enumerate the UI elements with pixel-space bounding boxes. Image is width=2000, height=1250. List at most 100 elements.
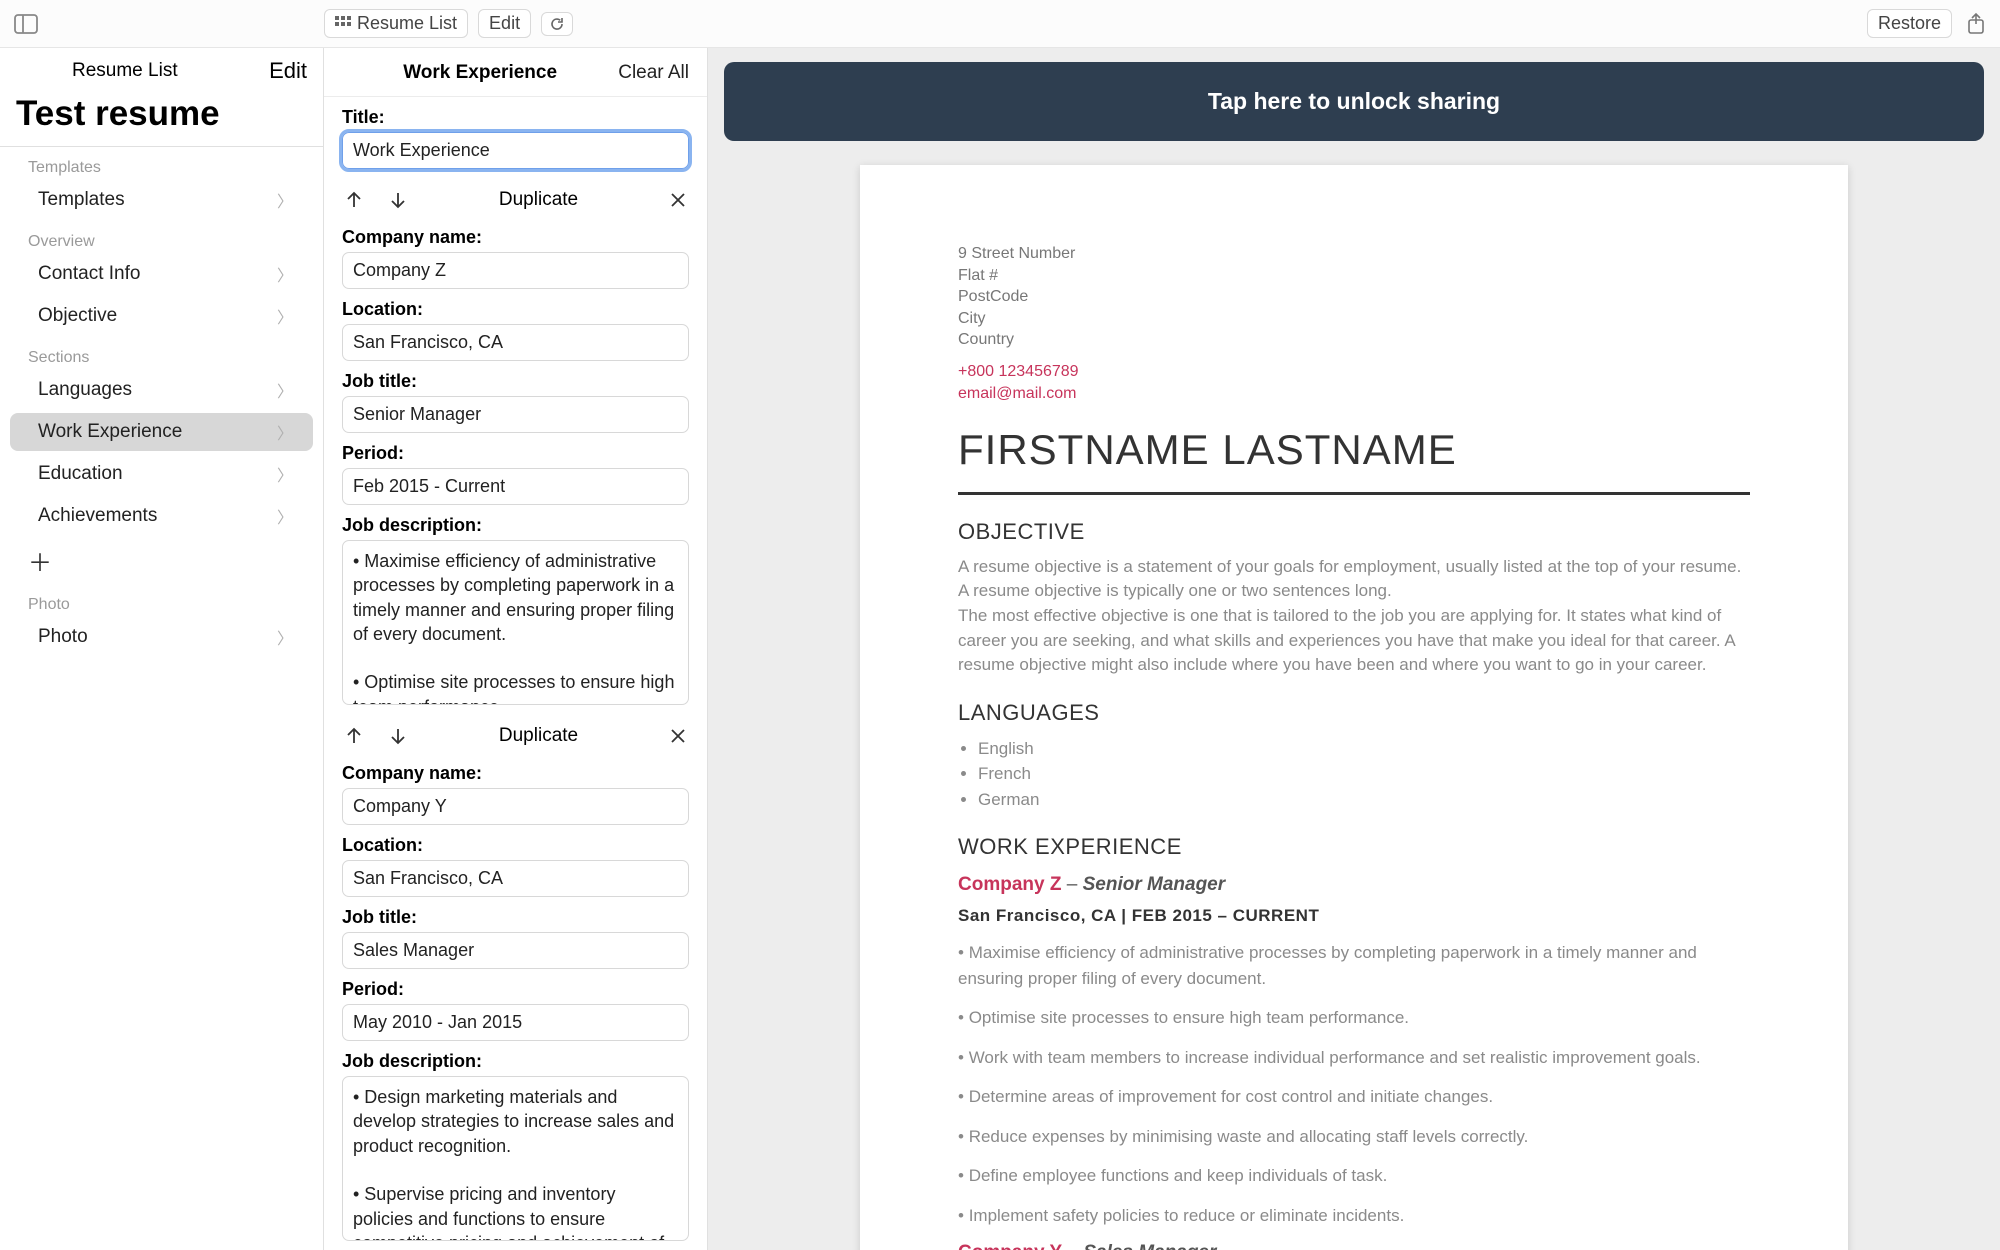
job-bullets: Maximise efficiency of administrative pr… xyxy=(958,940,1750,1228)
sidebar-item-work-experience[interactable]: Work Experience 〉 xyxy=(10,413,313,451)
job-locdate: San Francisco, CA | FEB 2015 – CURRENT xyxy=(958,906,1750,926)
objective-body: A resume objective is a statement of you… xyxy=(958,555,1750,678)
label-company: Company name: xyxy=(324,753,707,788)
label-job-title: Job title: xyxy=(324,361,707,396)
grid-icon xyxy=(335,16,351,32)
editor-panel: Work Experience Clear All Title: Duplica… xyxy=(324,48,708,1250)
chevron-right-icon: 〉 xyxy=(277,378,293,402)
language-item: French xyxy=(978,761,1750,787)
address-line: Flat # xyxy=(958,265,1750,287)
bullet: Work with team members to increase indiv… xyxy=(958,1045,1750,1071)
divider xyxy=(958,492,1750,495)
group-photo: Photo xyxy=(0,584,323,616)
preview-area: Tap here to unlock sharing 9 Street Numb… xyxy=(708,48,2000,1250)
bullet: Implement safety policies to reduce or e… xyxy=(958,1203,1750,1229)
label-job-desc: Job description: xyxy=(324,505,707,540)
editor-title: Work Experience xyxy=(403,62,557,84)
delete-entry-button[interactable] xyxy=(669,727,687,745)
label-job-desc: Job description: xyxy=(324,1041,707,1076)
chevron-right-icon: 〉 xyxy=(277,188,293,212)
address-line: Country xyxy=(958,329,1750,351)
address-line: City xyxy=(958,308,1750,330)
bullet: Define employee functions and keep indiv… xyxy=(958,1163,1750,1189)
sidebar-item-languages[interactable]: Languages 〉 xyxy=(10,371,313,409)
sidebar-edit[interactable]: Edit xyxy=(269,58,307,84)
sidebar-item-education[interactable]: Education 〉 xyxy=(10,455,313,493)
group-templates: Templates xyxy=(0,147,323,179)
job-header: Company Y – Sales Manager xyxy=(958,1242,1750,1250)
label-title: Title: xyxy=(324,97,707,132)
move-down-button[interactable] xyxy=(388,190,408,210)
label-location: Location: xyxy=(324,289,707,324)
bullet: Determine areas of improvement for cost … xyxy=(958,1084,1750,1110)
job-company: Company Y xyxy=(958,1242,1062,1250)
chevron-right-icon: 〉 xyxy=(277,625,293,649)
sidebar-item-objective[interactable]: Objective 〉 xyxy=(10,297,313,335)
address-line: PostCode xyxy=(958,286,1750,308)
job-header: Company Z – Senior Manager xyxy=(958,874,1750,896)
period-input[interactable] xyxy=(342,468,689,505)
section-objective-title: OBJECTIVE xyxy=(958,519,1750,545)
sidebar-item-templates[interactable]: Templates 〉 xyxy=(10,181,313,219)
language-item: English xyxy=(978,736,1750,762)
edit-button[interactable]: Edit xyxy=(478,9,531,38)
languages-list: English French German xyxy=(958,736,1750,813)
resume-title: Test resume xyxy=(0,90,323,147)
job-desc-input[interactable]: • Maximise efficiency of administrative … xyxy=(342,540,689,705)
sidebar-item-achievements[interactable]: Achievements 〉 xyxy=(10,497,313,535)
chevron-right-icon: 〉 xyxy=(277,504,293,528)
move-down-button[interactable] xyxy=(388,726,408,746)
job-company: Company Z xyxy=(958,874,1061,895)
move-up-button[interactable] xyxy=(344,726,364,746)
move-up-button[interactable] xyxy=(344,190,364,210)
section-work-title: WORK EXPERIENCE xyxy=(958,834,1750,860)
resume-list-label: Resume List xyxy=(357,13,457,34)
chevron-right-icon: 〉 xyxy=(277,462,293,486)
job-role: Sales Manager xyxy=(1083,1242,1216,1250)
sidebar-toggle-icon[interactable] xyxy=(14,14,38,34)
chevron-right-icon: 〉 xyxy=(277,420,293,444)
job-title-input[interactable] xyxy=(342,932,689,969)
group-overview: Overview xyxy=(0,221,323,253)
job-desc-input[interactable]: • Design marketing materials and develop… xyxy=(342,1076,689,1241)
location-input[interactable] xyxy=(342,324,689,361)
sidebar: Resume List Edit Test resume Templates T… xyxy=(0,48,324,1250)
sidebar-list-label[interactable]: Resume List xyxy=(72,60,178,82)
label-location: Location: xyxy=(324,825,707,860)
resume-page: 9 Street Number Flat # PostCode City Cou… xyxy=(860,165,1848,1250)
plus-icon: ＋ xyxy=(28,550,52,577)
clear-all-button[interactable]: Clear All xyxy=(618,62,689,84)
refresh-button[interactable] xyxy=(541,12,573,36)
label-period: Period: xyxy=(324,969,707,1004)
sidebar-item-photo[interactable]: Photo 〉 xyxy=(10,618,313,656)
title-input[interactable] xyxy=(342,132,689,169)
chevron-right-icon: 〉 xyxy=(277,304,293,328)
label-period: Period: xyxy=(324,433,707,468)
section-languages-title: LANGUAGES xyxy=(958,700,1750,726)
email: email@mail.com xyxy=(958,383,1750,405)
period-input[interactable] xyxy=(342,1004,689,1041)
share-icon[interactable] xyxy=(1966,12,1986,36)
job-role: Senior Manager xyxy=(1083,874,1226,895)
add-section-button[interactable]: ＋ xyxy=(0,537,323,584)
label-job-title: Job title: xyxy=(324,897,707,932)
sidebar-item-contact-info[interactable]: Contact Info 〉 xyxy=(10,255,313,293)
label-company: Company name: xyxy=(324,217,707,252)
location-input[interactable] xyxy=(342,860,689,897)
resume-list-button[interactable]: Resume List xyxy=(324,9,468,38)
group-sections: Sections xyxy=(0,337,323,369)
toolbar: Resume List Edit Restore xyxy=(0,0,2000,48)
company-input[interactable] xyxy=(342,252,689,289)
company-input[interactable] xyxy=(342,788,689,825)
job-title-input[interactable] xyxy=(342,396,689,433)
unlock-sharing-banner[interactable]: Tap here to unlock sharing xyxy=(724,62,1984,141)
delete-entry-button[interactable] xyxy=(669,191,687,209)
duplicate-button[interactable]: Duplicate xyxy=(499,189,578,211)
refresh-icon xyxy=(549,16,565,32)
restore-button[interactable]: Restore xyxy=(1867,9,1952,38)
language-item: German xyxy=(978,787,1750,813)
address-line: 9 Street Number xyxy=(958,243,1750,265)
full-name: FIRSTNAME LASTNAME xyxy=(958,426,1750,474)
bullet: Maximise efficiency of administrative pr… xyxy=(958,940,1750,991)
duplicate-button[interactable]: Duplicate xyxy=(499,725,578,747)
